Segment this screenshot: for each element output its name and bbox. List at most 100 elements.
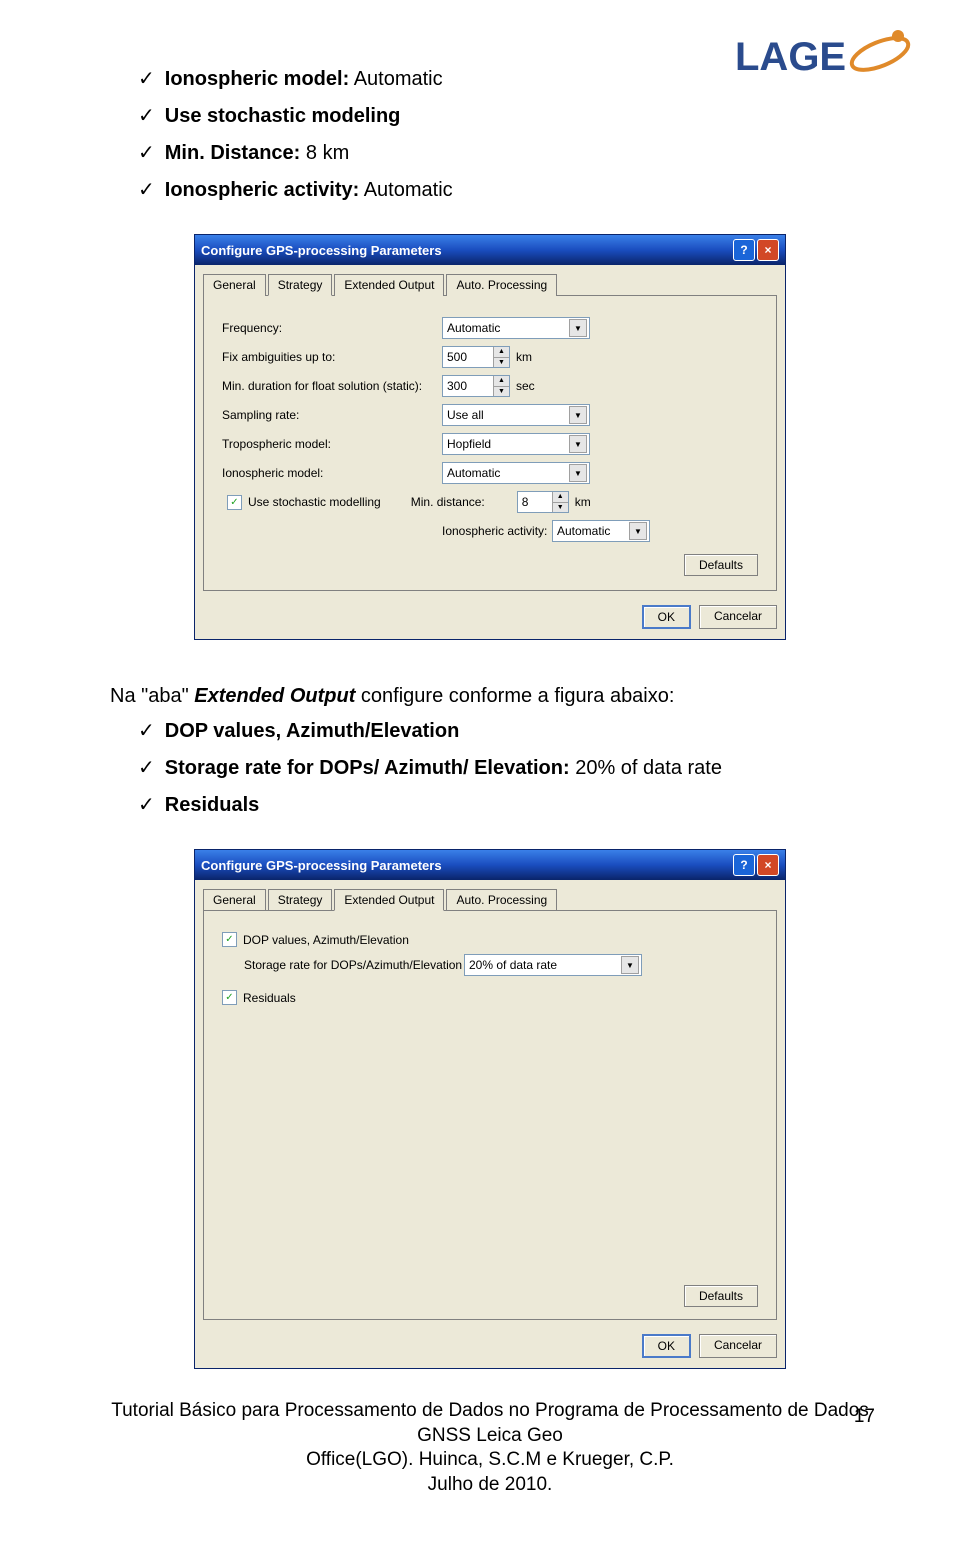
- storage-rate-label: Storage rate for DOPs/Azimuth/Elevation: [244, 958, 464, 972]
- min-distance-spinner[interactable]: 8 ▲▼: [517, 491, 569, 513]
- sampling-rate-value: Use all: [447, 408, 484, 422]
- tropospheric-value: Hopfield: [447, 437, 491, 451]
- frequency-value: Automatic: [447, 321, 500, 335]
- close-button[interactable]: ×: [757, 854, 779, 876]
- check-icon: ✓: [138, 792, 155, 819]
- min-distance-value: 8: [518, 492, 552, 512]
- page-number: 17: [854, 1406, 875, 1428]
- min-duration-spinner[interactable]: 300 ▲▼: [442, 375, 510, 397]
- intro-text-c: configure conforme a figura abaixo:: [355, 685, 674, 707]
- intro-text-b: Extended Output: [194, 685, 355, 707]
- tab-general[interactable]: General: [203, 274, 266, 296]
- bullet-bold: DOP values, Azimuth/Elevation: [165, 720, 460, 742]
- tab-set: General Strategy Extended Output Auto. P…: [195, 880, 785, 910]
- tab-set: General Strategy Extended Output Auto. P…: [195, 265, 785, 295]
- check-icon: ✓: [138, 66, 155, 93]
- spinner-up-icon[interactable]: ▲: [493, 376, 509, 387]
- sec-unit: sec: [516, 379, 535, 393]
- defaults-button[interactable]: Defaults: [684, 1285, 758, 1307]
- bullet-bold: Ionospheric model:: [165, 68, 349, 90]
- storage-rate-combo[interactable]: 20% of data rate ▼: [464, 954, 642, 976]
- dialog-title: Configure GPS-processing Parameters: [201, 858, 442, 873]
- bullet-list-mid: ✓ DOP values, Azimuth/Elevation ✓ Storag…: [110, 718, 870, 819]
- check-icon: ✓: [138, 177, 155, 204]
- min-distance-label: Min. distance:: [411, 495, 491, 509]
- dialog-titlebar: Configure GPS-processing Parameters ? ×: [195, 235, 785, 265]
- tropospheric-label: Tropospheric model:: [222, 437, 442, 451]
- spinner-down-icon[interactable]: ▼: [493, 387, 509, 397]
- bullet-item: ✓ Min. Distance: 8 km: [138, 140, 870, 167]
- bullet-bold: Storage rate for DOPs/ Azimuth/ Elevatio…: [165, 757, 570, 779]
- dialog-title: Configure GPS-processing Parameters: [201, 243, 442, 258]
- check-icon: ✓: [138, 103, 155, 130]
- close-button[interactable]: ×: [757, 239, 779, 261]
- km-unit: km: [516, 350, 532, 364]
- ionospheric-activity-value: Automatic: [557, 524, 610, 538]
- cancel-button[interactable]: Cancelar: [699, 605, 777, 629]
- km-unit: km: [575, 495, 591, 509]
- ok-button[interactable]: OK: [642, 1334, 691, 1358]
- frequency-combo[interactable]: Automatic ▼: [442, 317, 590, 339]
- residuals-label: Residuals: [243, 991, 296, 1005]
- svg-text:LAGE: LAGE: [735, 35, 846, 79]
- bullet-item: ✓ Ionospheric activity: Automatic: [138, 177, 870, 204]
- storage-rate-value: 20% of data rate: [469, 958, 557, 972]
- help-button[interactable]: ?: [733, 854, 755, 876]
- ok-button[interactable]: OK: [642, 605, 691, 629]
- fix-ambiguities-value: 500: [443, 347, 493, 367]
- ionospheric-model-label: Ionospheric model:: [222, 466, 442, 480]
- ionospheric-model-value: Automatic: [447, 466, 500, 480]
- bullet-item: ✓ DOP values, Azimuth/Elevation: [138, 718, 870, 745]
- lage-logo: LAGE: [725, 20, 915, 98]
- spinner-down-icon[interactable]: ▼: [552, 503, 568, 513]
- dop-values-checkbox[interactable]: ✓ DOP values, Azimuth/Elevation: [222, 932, 409, 947]
- ionospheric-activity-combo[interactable]: Automatic ▼: [552, 520, 650, 542]
- section-intro: Na "aba" Extended Output configure confo…: [110, 685, 870, 708]
- tab-auto-processing[interactable]: Auto. Processing: [446, 274, 557, 296]
- bullet-bold: Residuals: [165, 794, 259, 816]
- help-button[interactable]: ?: [733, 239, 755, 261]
- stochastic-checkbox[interactable]: ✓ Use stochastic modelling: [227, 495, 381, 510]
- spinner-up-icon[interactable]: ▲: [552, 492, 568, 503]
- dialog-titlebar: Configure GPS-processing Parameters ? ×: [195, 850, 785, 880]
- footer-line-2: Office(LGO). Huinca, S.C.M e Krueger, C.…: [110, 1448, 870, 1473]
- checkbox-icon: ✓: [222, 990, 237, 1005]
- tab-strategy[interactable]: Strategy: [268, 889, 333, 911]
- tab-strategy[interactable]: Strategy: [268, 274, 333, 296]
- checkbox-icon: ✓: [222, 932, 237, 947]
- tab-auto-processing[interactable]: Auto. Processing: [446, 889, 557, 911]
- sampling-rate-label: Sampling rate:: [222, 408, 442, 422]
- bullet-bold: Ionospheric activity:: [165, 179, 360, 201]
- intro-text-a: Na "aba": [110, 685, 194, 707]
- bullet-bold: Min. Distance:: [165, 142, 301, 164]
- ionospheric-model-combo[interactable]: Automatic ▼: [442, 462, 590, 484]
- defaults-button[interactable]: Defaults: [684, 554, 758, 576]
- check-icon: ✓: [138, 755, 155, 782]
- cancel-button[interactable]: Cancelar: [699, 1334, 777, 1358]
- footer-line-3: Julho de 2010.: [110, 1473, 870, 1498]
- chevron-down-icon: ▼: [569, 435, 587, 453]
- fix-ambiguities-spinner[interactable]: 500 ▲▼: [442, 346, 510, 368]
- bullet-rest: 8 km: [300, 142, 349, 164]
- dop-values-label: DOP values, Azimuth/Elevation: [243, 933, 409, 947]
- tab-extended-output[interactable]: Extended Output: [334, 889, 444, 911]
- spinner-down-icon[interactable]: ▼: [493, 358, 509, 368]
- bullet-rest: Automatic: [359, 179, 452, 201]
- chevron-down-icon: ▼: [569, 406, 587, 424]
- residuals-checkbox[interactable]: ✓ Residuals: [222, 990, 296, 1005]
- sampling-rate-combo[interactable]: Use all ▼: [442, 404, 590, 426]
- frequency-label: Frequency:: [222, 321, 442, 335]
- tab-extended-output[interactable]: Extended Output: [334, 274, 444, 296]
- min-duration-value: 300: [443, 376, 493, 396]
- bullet-rest: Automatic: [349, 68, 442, 90]
- check-icon: ✓: [138, 140, 155, 167]
- tropospheric-combo[interactable]: Hopfield ▼: [442, 433, 590, 455]
- stochastic-label: Use stochastic modelling: [248, 495, 381, 509]
- bullet-rest: 20% of data rate: [570, 757, 722, 779]
- min-duration-label: Min. duration for float solution (static…: [222, 379, 442, 393]
- chevron-down-icon: ▼: [569, 319, 587, 337]
- tab-panel-extended: ✓ DOP values, Azimuth/Elevation Storage …: [203, 910, 777, 1320]
- tab-general[interactable]: General: [203, 889, 266, 911]
- spinner-up-icon[interactable]: ▲: [493, 347, 509, 358]
- tab-panel-strategy: Frequency: Automatic ▼ Fix ambiguities u…: [203, 295, 777, 591]
